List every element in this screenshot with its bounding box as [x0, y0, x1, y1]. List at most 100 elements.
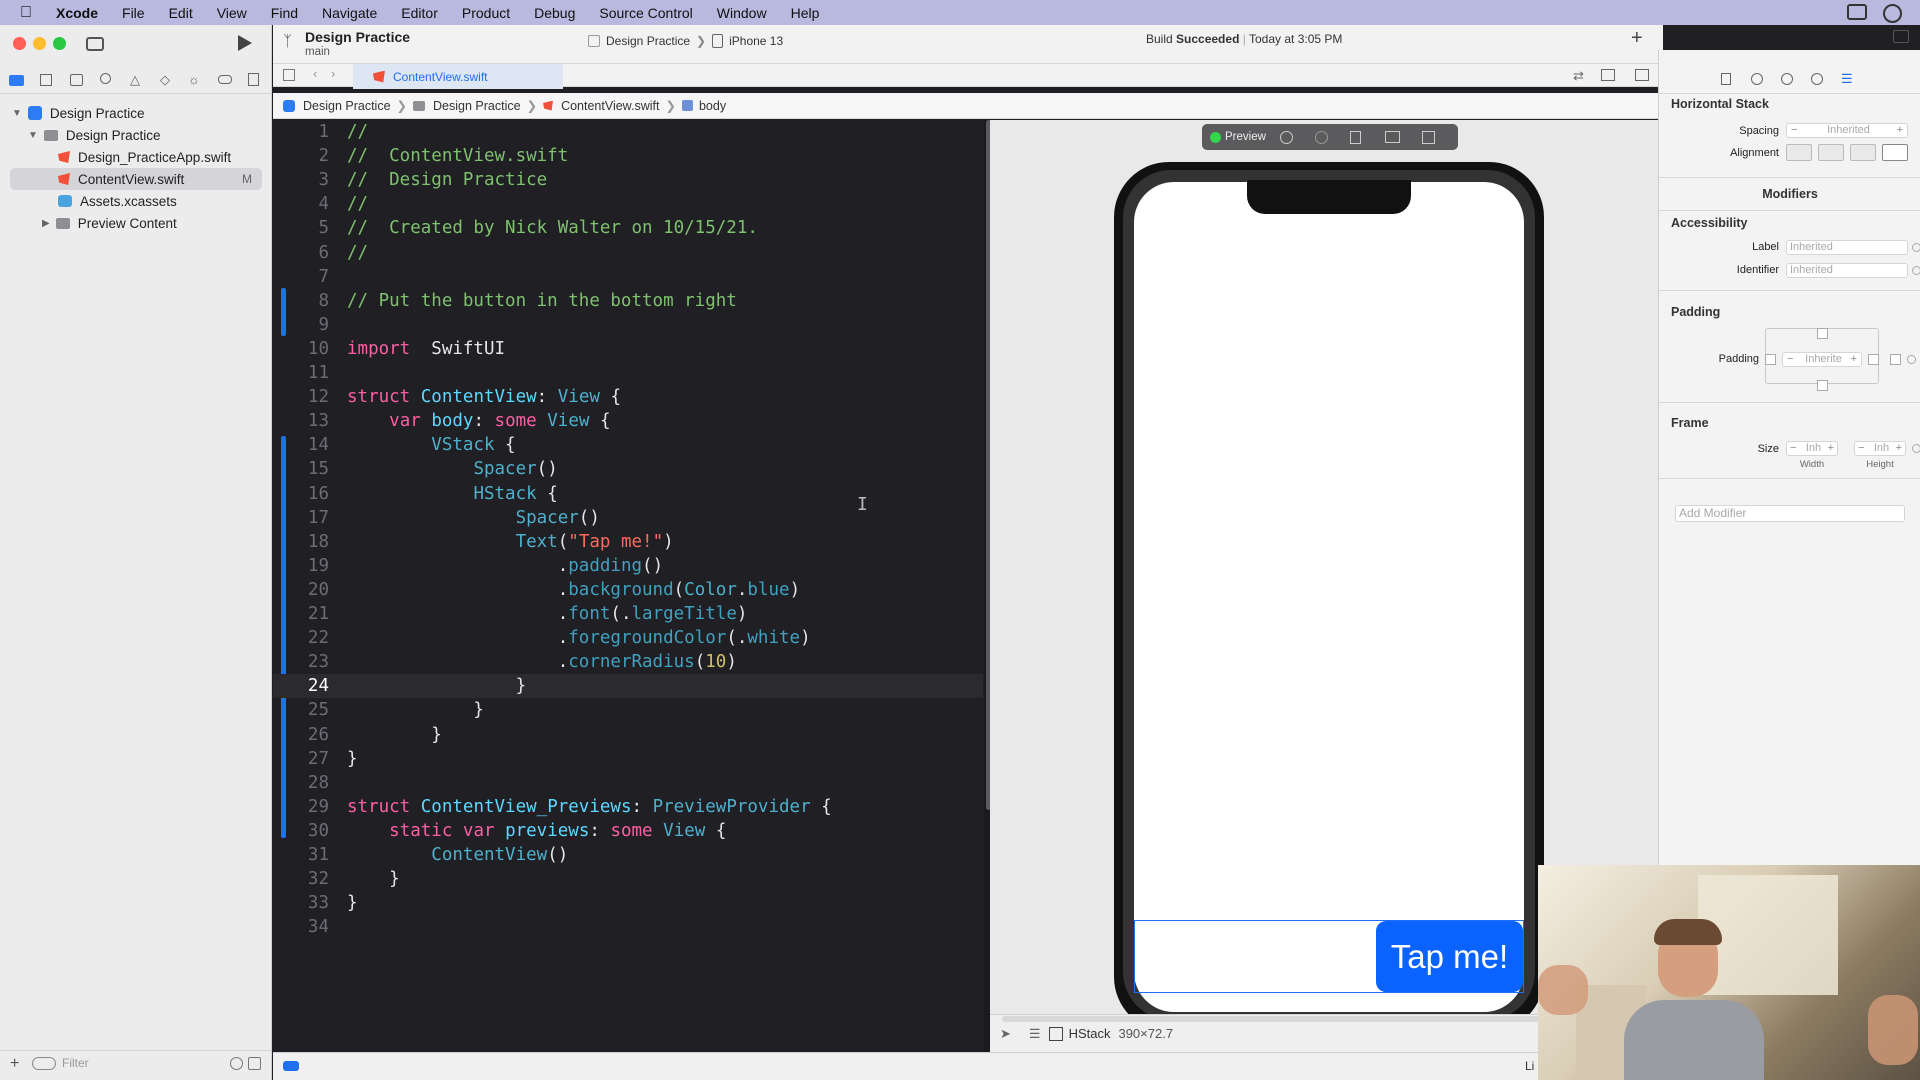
- scheme-name[interactable]: Design Practice: [606, 34, 690, 48]
- menu-debug[interactable]: Debug: [534, 5, 575, 21]
- device-settings-icon[interactable]: [1384, 131, 1400, 143]
- nav-item-project[interactable]: ▼ Design Practice: [12, 102, 144, 124]
- tap-me-button[interactable]: Tap me!: [1376, 921, 1523, 992]
- breakpoint-navigator-icon[interactable]: [218, 75, 232, 84]
- frame-info-icon[interactable]: [1912, 444, 1920, 453]
- code-line[interactable]: // Design Practice: [347, 170, 547, 190]
- breadcrumb-file[interactable]: ContentView.swift: [561, 99, 659, 113]
- code-line[interactable]: static var previews: some View {: [347, 821, 726, 841]
- code-line[interactable]: .padding(): [347, 556, 663, 576]
- accessibility-label-field[interactable]: Inherited: [1786, 240, 1908, 255]
- horizontal-scrollbar[interactable]: [1002, 1016, 1622, 1022]
- test-navigator-icon[interactable]: ◇: [160, 72, 170, 88]
- menu-source-control[interactable]: Source Control: [599, 5, 692, 21]
- code-line[interactable]: }: [347, 700, 484, 720]
- preview-toolbar-label[interactable]: Preview: [1225, 131, 1266, 143]
- disclosure-open-icon[interactable]: ▼: [12, 108, 22, 119]
- menu-find[interactable]: Find: [271, 5, 298, 21]
- code-line[interactable]: ContentView(): [347, 845, 568, 865]
- source-control-icon[interactable]: [40, 74, 52, 86]
- align-top-icon[interactable]: [1786, 144, 1812, 161]
- code-line[interactable]: .cornerRadius(10): [347, 652, 737, 672]
- align-center-icon[interactable]: [1818, 144, 1844, 161]
- history-inspector-icon[interactable]: [1751, 73, 1763, 85]
- menu-file[interactable]: File: [122, 5, 145, 21]
- code-line[interactable]: //: [347, 243, 368, 263]
- rotate-icon[interactable]: [1349, 130, 1361, 144]
- padding-leading-checkbox[interactable]: [1765, 354, 1776, 365]
- menu-help[interactable]: Help: [791, 5, 820, 21]
- alignment-control[interactable]: [1786, 144, 1908, 161]
- frame-width-field[interactable]: − Inh +: [1786, 441, 1838, 456]
- padding-all-checkbox[interactable]: [1890, 354, 1901, 365]
- code-line[interactable]: //: [347, 194, 368, 214]
- apple-icon[interactable]: : [20, 4, 32, 22]
- code-review-icon[interactable]: ⇄: [1573, 68, 1584, 84]
- code-line[interactable]: }: [347, 893, 358, 913]
- disclosure-open-icon[interactable]: ▼: [28, 130, 38, 141]
- find-navigator-icon[interactable]: [100, 73, 111, 84]
- play-icon[interactable]: [1279, 130, 1293, 144]
- breadcrumb-project[interactable]: Design Practice: [303, 99, 391, 113]
- report-navigator-icon[interactable]: [248, 73, 259, 86]
- back-icon[interactable]: ‹: [313, 66, 317, 81]
- menu-window[interactable]: Window: [717, 5, 767, 21]
- align-baseline-icon[interactable]: [1882, 144, 1908, 161]
- code-line[interactable]: Spacer(): [347, 459, 557, 479]
- zoom-window-button[interactable]: [53, 37, 66, 50]
- breadcrumb-symbol[interactable]: body: [699, 99, 726, 113]
- padding-info-icon[interactable]: [1907, 355, 1916, 364]
- scm-filter-icon[interactable]: [248, 1057, 261, 1070]
- label-info-icon[interactable]: [1912, 243, 1920, 252]
- help-inspector-icon[interactable]: [1781, 73, 1793, 85]
- frame-width-value[interactable]: Inh: [1806, 442, 1821, 454]
- code-line[interactable]: //: [347, 122, 368, 142]
- code-line[interactable]: Spacer(): [347, 508, 600, 528]
- split-editor-icon[interactable]: [1635, 69, 1649, 81]
- code-line[interactable]: // Created by Nick Walter on 10/15/21.: [347, 218, 758, 238]
- file-inspector-icon[interactable]: [1721, 73, 1731, 85]
- identity-inspector-icon[interactable]: [1811, 73, 1823, 85]
- padding-bottom-checkbox[interactable]: [1817, 380, 1828, 391]
- frame-height-value[interactable]: Inh: [1874, 442, 1889, 454]
- device-name[interactable]: iPhone 13: [729, 34, 783, 48]
- code-line[interactable]: .font(.largeTitle): [347, 604, 748, 624]
- align-bottom-icon[interactable]: [1850, 144, 1876, 161]
- add-library-icon[interactable]: +: [1631, 27, 1643, 50]
- code-line[interactable]: HStack {: [347, 484, 557, 504]
- symbol-navigator-icon[interactable]: [70, 74, 83, 86]
- debug-navigator-icon[interactable]: ☼: [188, 72, 200, 87]
- folder-navigator-icon[interactable]: [9, 75, 24, 86]
- nav-item-preview-content[interactable]: ▶ Preview Content: [42, 212, 177, 234]
- add-modifier-field[interactable]: Add Modifier: [1675, 505, 1905, 522]
- attributes-inspector-icon[interactable]: ☰: [1841, 71, 1853, 87]
- siri-icon[interactable]: [1883, 4, 1902, 23]
- nav-item-contentview[interactable]: ContentView.swift M: [10, 168, 262, 190]
- code-line[interactable]: VStack {: [347, 435, 515, 455]
- padding-value[interactable]: Inherite: [1805, 353, 1842, 365]
- run-icon[interactable]: [238, 35, 252, 51]
- list-icon[interactable]: ☰: [1029, 1026, 1041, 1042]
- related-items-icon[interactable]: [283, 69, 295, 81]
- adjust-editor-icon[interactable]: [1601, 69, 1615, 81]
- close-window-button[interactable]: [13, 37, 26, 50]
- padding-top-checkbox[interactable]: [1817, 328, 1828, 339]
- pin-icon[interactable]: ➤: [1000, 1026, 1011, 1042]
- menu-editor[interactable]: Editor: [401, 5, 438, 21]
- accessibility-identifier-field[interactable]: Inherited: [1786, 263, 1908, 278]
- source-editor[interactable]: 1 // 2 // ContentView.swift 3 // Design Pract…: [273, 120, 995, 1052]
- issue-navigator-icon[interactable]: △: [130, 72, 140, 88]
- code-line[interactable]: }: [347, 869, 400, 889]
- nav-item-assets[interactable]: Assets.xcassets: [58, 190, 177, 212]
- inspector-toggle-icon[interactable]: [1893, 30, 1909, 43]
- code-line[interactable]: // ContentView.swift: [347, 146, 568, 166]
- minimize-window-button[interactable]: [33, 37, 46, 50]
- code-line[interactable]: struct ContentView_Previews: PreviewProv…: [347, 797, 832, 817]
- sidebar-toggle-icon[interactable]: [86, 37, 104, 51]
- menu-navigate[interactable]: Navigate: [322, 5, 377, 21]
- code-line[interactable]: }: [347, 676, 527, 696]
- tab-contentview[interactable]: ContentView.swift: [353, 64, 563, 89]
- code-line[interactable]: import SwiftUI: [347, 339, 505, 359]
- inspect-icon[interactable]: [1314, 130, 1328, 144]
- code-line[interactable]: }: [347, 749, 358, 769]
